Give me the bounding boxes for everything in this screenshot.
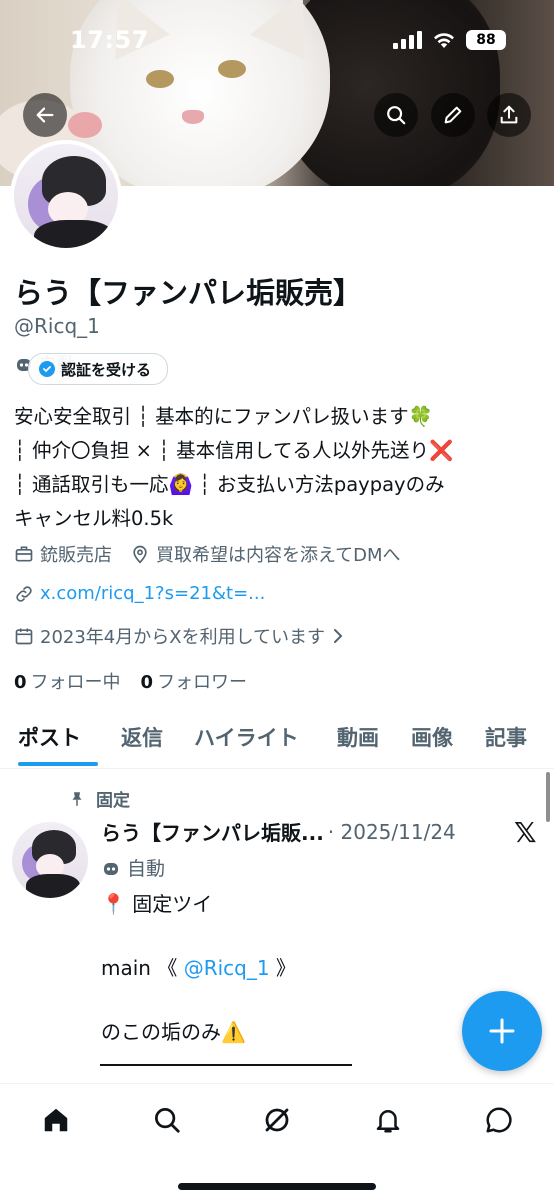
pencil-icon bbox=[444, 106, 462, 124]
bot-icon bbox=[104, 862, 118, 875]
post-header: らう【ファンパレ垢販... · 2025/11/24 bbox=[101, 817, 456, 846]
link-icon bbox=[16, 585, 32, 602]
post-mention[interactable]: @Ricq_1 bbox=[184, 956, 270, 980]
post-avatar[interactable] bbox=[12, 822, 88, 898]
edit-button[interactable] bbox=[431, 93, 475, 137]
back-button[interactable] bbox=[23, 93, 67, 137]
profile-meta: 銃販売店 買取希望は内容を添えてDMへ bbox=[14, 541, 419, 567]
nav-notifications[interactable] bbox=[366, 1098, 410, 1142]
following-link[interactable]: 0 フォロー中 bbox=[14, 668, 121, 694]
active-tab-indicator bbox=[18, 762, 98, 766]
message-icon bbox=[486, 1107, 512, 1133]
tab-posts[interactable]: ポスト bbox=[18, 722, 81, 752]
plus-icon bbox=[489, 1018, 515, 1044]
nav-messages[interactable] bbox=[477, 1098, 521, 1142]
arrow-left-icon bbox=[36, 107, 54, 123]
calendar-icon bbox=[15, 628, 33, 645]
post-text-line: 📍 固定ツイ bbox=[101, 892, 213, 916]
bio-line: ┆ 仲介〇負担 × ┆ 基本信用してる人以外先送り❌ bbox=[14, 439, 454, 462]
post-date[interactable]: · 2025/11/24 bbox=[328, 820, 456, 844]
x-logo-icon: 𝕏 bbox=[514, 816, 537, 849]
profile-tabs: ポスト 返信 ハイライト 動画 画像 記事 bbox=[0, 714, 554, 769]
profile-handle: @Ricq_1 bbox=[14, 314, 100, 338]
post-text-line: のこの垢のみ⚠️ bbox=[101, 1020, 246, 1044]
nav-home[interactable] bbox=[34, 1098, 78, 1142]
search-icon bbox=[387, 106, 406, 125]
profile-name: らう【ファンパレ垢販売】 bbox=[14, 276, 363, 310]
profile-link[interactable]: x.com/ricq_1?s=21&t=... bbox=[14, 583, 265, 604]
profile-location: 買取希望は内容を添えてDMへ bbox=[130, 541, 401, 567]
status-icons: 88 bbox=[393, 30, 506, 50]
post-author[interactable]: らう【ファンパレ垢販... bbox=[101, 817, 324, 846]
chevron-right-icon bbox=[334, 629, 343, 643]
nav-search[interactable] bbox=[145, 1098, 189, 1142]
bio-line: キャンセル料0.5k bbox=[14, 507, 174, 530]
briefcase-icon bbox=[15, 546, 33, 562]
bio-line: ┆ 通話取引も一応🙆‍♀️ ┆ お支払い方法paypayのみ bbox=[14, 473, 445, 496]
followers-link[interactable]: 0 フォロワー bbox=[141, 668, 248, 694]
status-time: 17:57 bbox=[70, 26, 149, 54]
search-button[interactable] bbox=[374, 93, 418, 137]
tab-replies[interactable]: 返信 bbox=[121, 722, 163, 752]
location-pin-icon bbox=[133, 545, 147, 564]
post-divider-line bbox=[100, 1064, 352, 1066]
battery-indicator: 88 bbox=[466, 30, 506, 50]
tab-articles[interactable]: 記事 bbox=[485, 722, 527, 752]
home-indicator bbox=[178, 1183, 376, 1190]
pinned-indicator: 固定 bbox=[68, 786, 130, 811]
home-icon bbox=[44, 1108, 68, 1132]
bio-line: 安心安全取引 ┆ 基本的にファンパレ扱います🍀 bbox=[14, 405, 433, 428]
verified-badge-icon bbox=[39, 361, 55, 377]
wifi-icon bbox=[434, 33, 454, 48]
banner-paw-pad bbox=[68, 112, 102, 138]
post-text-line: main 《 @Ricq_1 》 bbox=[101, 956, 296, 980]
pin-icon bbox=[72, 791, 82, 806]
get-verified-button[interactable]: 認証を受ける bbox=[28, 353, 169, 385]
signal-icon bbox=[393, 31, 422, 49]
scrollbar[interactable] bbox=[546, 772, 550, 822]
tab-videos[interactable]: 動画 bbox=[337, 722, 379, 752]
profile-joined[interactable]: 2023年4月からXを利用しています bbox=[14, 623, 345, 649]
search-icon bbox=[155, 1108, 180, 1133]
bell-icon bbox=[376, 1110, 400, 1133]
profile-bio: 安心安全取引 ┆ 基本的にファンパレ扱います🍀 ┆ 仲介〇負担 × ┆ 基本信用… bbox=[14, 400, 548, 536]
post-automated-label: 自動 bbox=[101, 854, 165, 881]
tab-images[interactable]: 画像 bbox=[411, 722, 453, 752]
profile-category: 銃販売店 bbox=[14, 541, 112, 567]
post-body[interactable]: 📍 固定ツイ main 《 @Ricq_1 》 のこの垢のみ⚠️ bbox=[101, 888, 296, 1048]
follow-stats: 0 フォロー中 0 フォロワー bbox=[14, 668, 267, 694]
share-button[interactable] bbox=[487, 93, 531, 137]
profile-avatar[interactable] bbox=[10, 140, 122, 252]
nav-grok[interactable] bbox=[255, 1098, 299, 1142]
tab-highlights[interactable]: ハイライト bbox=[194, 722, 299, 752]
compose-button[interactable] bbox=[462, 991, 542, 1071]
grok-icon bbox=[265, 1108, 289, 1132]
share-icon bbox=[500, 105, 518, 124]
bottom-nav bbox=[0, 1083, 554, 1201]
